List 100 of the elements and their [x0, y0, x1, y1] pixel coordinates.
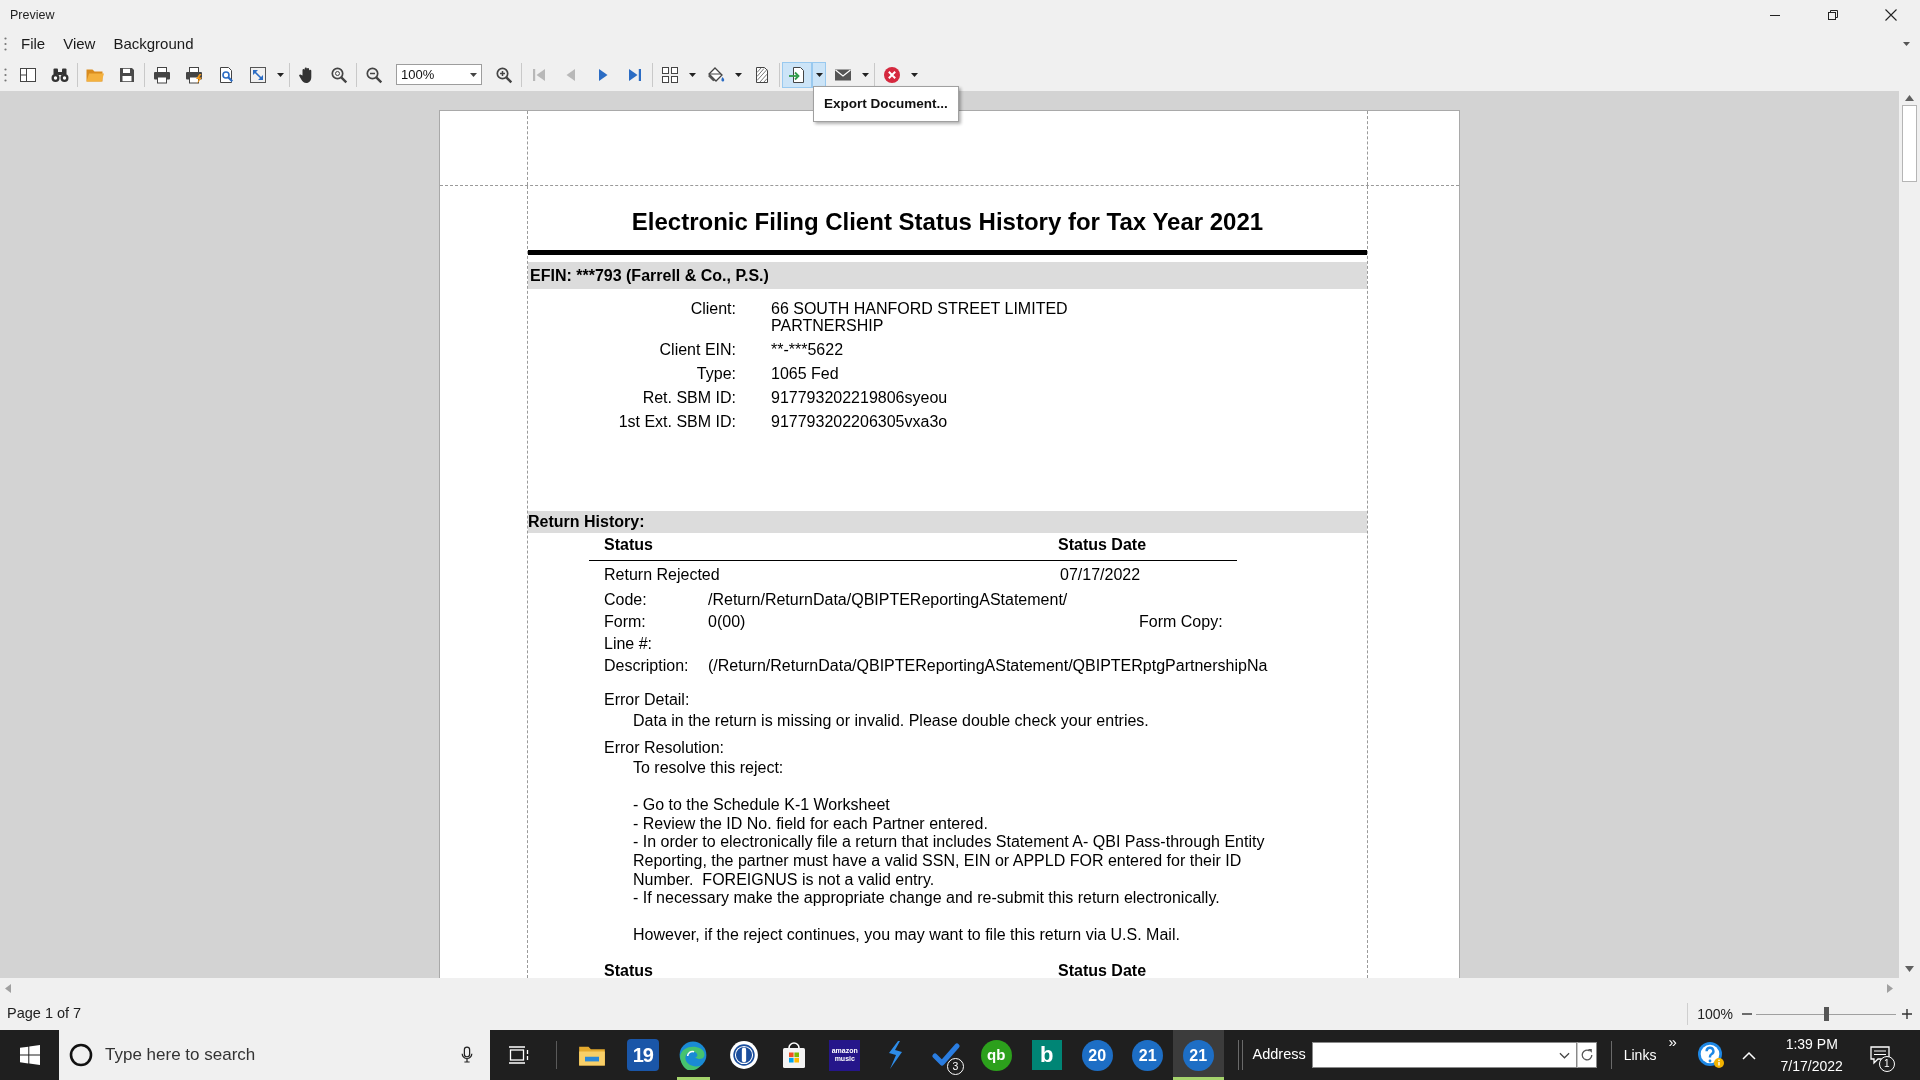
- chevron-down-icon: [1558, 1051, 1570, 1059]
- refresh-button[interactable]: [1576, 1042, 1597, 1068]
- detail-value: 0(00): [708, 613, 747, 631]
- caret-icon: [861, 72, 869, 77]
- refresh-icon: [1579, 1048, 1594, 1062]
- zoom-out-icon: [364, 64, 384, 85]
- search-field[interactable]: Type here to search: [105, 1042, 448, 1068]
- field-label: Client:: [689, 300, 736, 319]
- caret-icon: [688, 72, 696, 77]
- close-icon: [1885, 9, 1897, 21]
- microphone-icon[interactable]: [460, 1046, 474, 1064]
- links-overflow[interactable]: »: [1668, 1035, 1677, 1049]
- detail-label: Line #:: [604, 635, 654, 653]
- task-view-icon: [508, 1045, 530, 1065]
- page-grid-icon: [660, 64, 680, 85]
- detail-value: (/Return/ReturnData/QBIPTEReportingAStatement/QBIPTERptgPartnershipNa: [708, 657, 1268, 675]
- field-label: Ret. SBM ID:: [641, 389, 736, 406]
- swirl-icon: [678, 1040, 709, 1070]
- field-value: 917793202206305vxa3o: [771, 413, 949, 430]
- app-logo: 21: [1182, 1039, 1214, 1071]
- taskbar-button[interactable]: 19: [617, 1030, 668, 1080]
- zoom-combo[interactable]: 100%: [396, 64, 482, 85]
- clock-date: 7/17/2022: [1779, 1057, 1844, 1076]
- start-icon: [19, 1045, 40, 1065]
- menu-item[interactable]: File: [12, 33, 55, 55]
- restore-icon: [1828, 10, 1838, 20]
- app-logo: qb: [980, 1039, 1012, 1071]
- column-header: Status Date: [1058, 961, 1148, 978]
- error-detail-label: Error Detail:: [603, 691, 691, 709]
- detail-label: Code:: [604, 591, 648, 609]
- menu-item[interactable]: View: [54, 33, 105, 55]
- circle-bar-icon: [728, 1040, 759, 1070]
- app-logo: 21: [1132, 1039, 1164, 1071]
- form-copy-label: Form Copy:: [1139, 613, 1223, 631]
- error-resolution-label: Error Resolution:: [603, 739, 726, 757]
- scroll-down-icon: [1905, 966, 1914, 972]
- ring-icon: [69, 1043, 93, 1067]
- scroll-left-icon: [5, 983, 11, 993]
- status-text: Return Rejected: [604, 566, 721, 584]
- error-detail-text: Data in the return is missing or invalid. Please double check your entries.: [632, 712, 1150, 730]
- zoom-in-icon: [494, 64, 514, 85]
- page-indicator: Page 1 of 7: [7, 1004, 82, 1024]
- close-circle-icon: [882, 64, 902, 85]
- dropdown-arrow-button[interactable]: [812, 61, 826, 88]
- menu-item[interactable]: Background: [104, 33, 203, 55]
- column-header: Status Date: [1058, 536, 1148, 554]
- status-date: 07/17/2022: [1060, 566, 1142, 584]
- taskbar-button[interactable]: b: [1021, 1030, 1072, 1080]
- checkmark-icon: [931, 1042, 960, 1068]
- taskbar-button[interactable]: 21: [1173, 1030, 1224, 1080]
- resolution-text: - Review the ID No. field for each Partner entered.: [633, 814, 989, 834]
- caret-icon: [1903, 42, 1910, 46]
- toolbar-button[interactable]: [782, 61, 812, 88]
- links-label[interactable]: Links: [1623, 1044, 1657, 1066]
- app-logo: 19: [626, 1039, 659, 1071]
- printer-icon: [152, 64, 172, 85]
- column-header: Status: [604, 536, 654, 554]
- resolution-text: - Go to the Schedule K-1 Worksheet: [633, 796, 891, 815]
- printer-lightning-icon: [184, 64, 204, 85]
- detail-label: Description:: [604, 657, 690, 675]
- scrollbar-thumb[interactable]: [1902, 105, 1917, 182]
- caret-icon: [815, 72, 823, 77]
- caret-icon: [276, 72, 284, 77]
- notifications-button[interactable]: 1: [1858, 1030, 1901, 1080]
- address-label: Address: [1252, 1045, 1306, 1065]
- field-label: Type:: [695, 365, 736, 382]
- field-value: **-***5622: [771, 341, 845, 358]
- window-title: Preview: [9, 7, 55, 23]
- section-header: Return History:: [528, 511, 1367, 533]
- count-badge: 3: [947, 1058, 964, 1075]
- report-title: Electronic Filing Client Status History for Tax Year 2021: [630, 208, 1265, 236]
- clock-time: 1:39 PM: [1784, 1035, 1839, 1054]
- grip-icon: [4, 37, 7, 51]
- help-icon: [1696, 1041, 1725, 1069]
- address-field[interactable]: [1311, 1042, 1577, 1068]
- resize-arrows-icon: [248, 64, 268, 85]
- taskbar-button[interactable]: 21: [1122, 1030, 1173, 1080]
- taskbar-button[interactable]: 3: [920, 1030, 971, 1080]
- field-value: 917793202219806syeou: [771, 389, 949, 406]
- app-logo: b: [1031, 1040, 1062, 1070]
- taskbar-button[interactable]: 20: [1072, 1030, 1123, 1080]
- field-label: Client EIN:: [658, 341, 736, 358]
- grip-icon: [4, 67, 7, 82]
- count-badge: 1: [1878, 1056, 1895, 1072]
- message-icon: [1868, 1044, 1891, 1066]
- app-logo: 20: [1081, 1039, 1113, 1071]
- resolution-text: However, if the reject continues, you may want to file this return via U.S. Mail.: [633, 926, 1181, 945]
- resolution-text: - In order to electronically file a return that includes Statement A- QBI Pass-through Entity Reporting, the partner must have a valid SSN, EIN or APPLD FOR entered for their ID Number. FOREIGNUS is not a valid entry.: [633, 833, 1266, 890]
- detail-value: /Return/ReturnData/QBIPTEReportingAStatement/: [708, 591, 1068, 609]
- caret-icon: [734, 72, 742, 77]
- slider-thumb[interactable]: [1824, 1007, 1829, 1021]
- search-box[interactable]: Type here to search: [59, 1030, 490, 1080]
- resolution-text: To resolve this reject:: [633, 759, 785, 778]
- resolution-text: - If necessary make the appropriate change and re-submit this return electronically.: [633, 889, 1221, 908]
- caret-icon: [910, 72, 918, 77]
- section-header: EFIN: ***793 (Farrell & Co., P.S.): [528, 262, 1367, 289]
- caret-icon: [470, 72, 477, 77]
- plus-icon[interactable]: [1902, 1009, 1912, 1019]
- field-label: 1st Ext. SBM ID:: [617, 413, 736, 430]
- magnifier-icon: [329, 64, 349, 85]
